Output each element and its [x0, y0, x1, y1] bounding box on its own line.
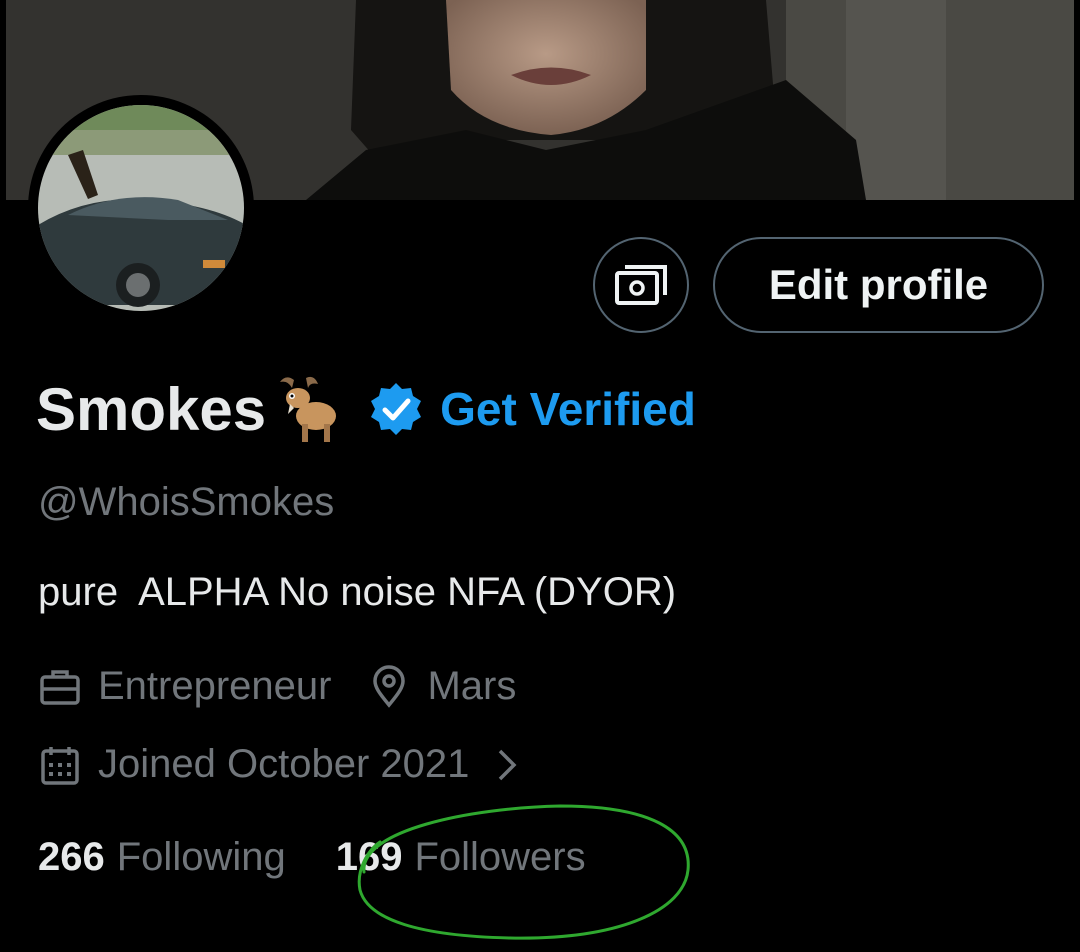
- joined-date-label: Joined October 2021: [98, 742, 470, 786]
- verified-badge-icon: [371, 383, 422, 435]
- bio: pure ALPHA No noise NFA (DYOR): [38, 570, 677, 614]
- follow-stats: 266 Following 169 Followers: [38, 835, 586, 880]
- money-icon: [615, 265, 667, 305]
- profile-meta-row: Entrepreneur Mars: [38, 664, 516, 709]
- calendar-icon: [41, 746, 79, 785]
- joined-row[interactable]: Joined October 2021: [38, 742, 519, 787]
- followers-count: 169: [335, 835, 403, 879]
- subscriptions-button[interactable]: [593, 237, 689, 333]
- followers-stat[interactable]: 169 Followers: [336, 835, 586, 880]
- chevron-right-icon: [499, 749, 517, 780]
- location-label: Mars: [427, 664, 517, 708]
- goat-emoji-icon: [280, 376, 337, 442]
- avatar[interactable]: [28, 95, 254, 321]
- followers-label: Followers: [414, 835, 586, 879]
- display-name: Smokes: [36, 375, 267, 443]
- location-pin-icon: [373, 664, 406, 708]
- following-stat[interactable]: 266 Following: [38, 835, 286, 880]
- following-count: 266: [38, 835, 105, 879]
- edit-profile-button[interactable]: Edit profile: [713, 237, 1044, 333]
- occupation-label: Entrepreneur: [98, 664, 332, 708]
- get-verified-link[interactable]: Get Verified: [440, 382, 696, 436]
- avatar-photo: [38, 105, 244, 311]
- name-row: Smokes Get Verified: [36, 364, 696, 454]
- username-handle: @WhoisSmokes: [38, 480, 335, 524]
- briefcase-icon: [40, 669, 80, 705]
- following-label: Following: [116, 835, 286, 879]
